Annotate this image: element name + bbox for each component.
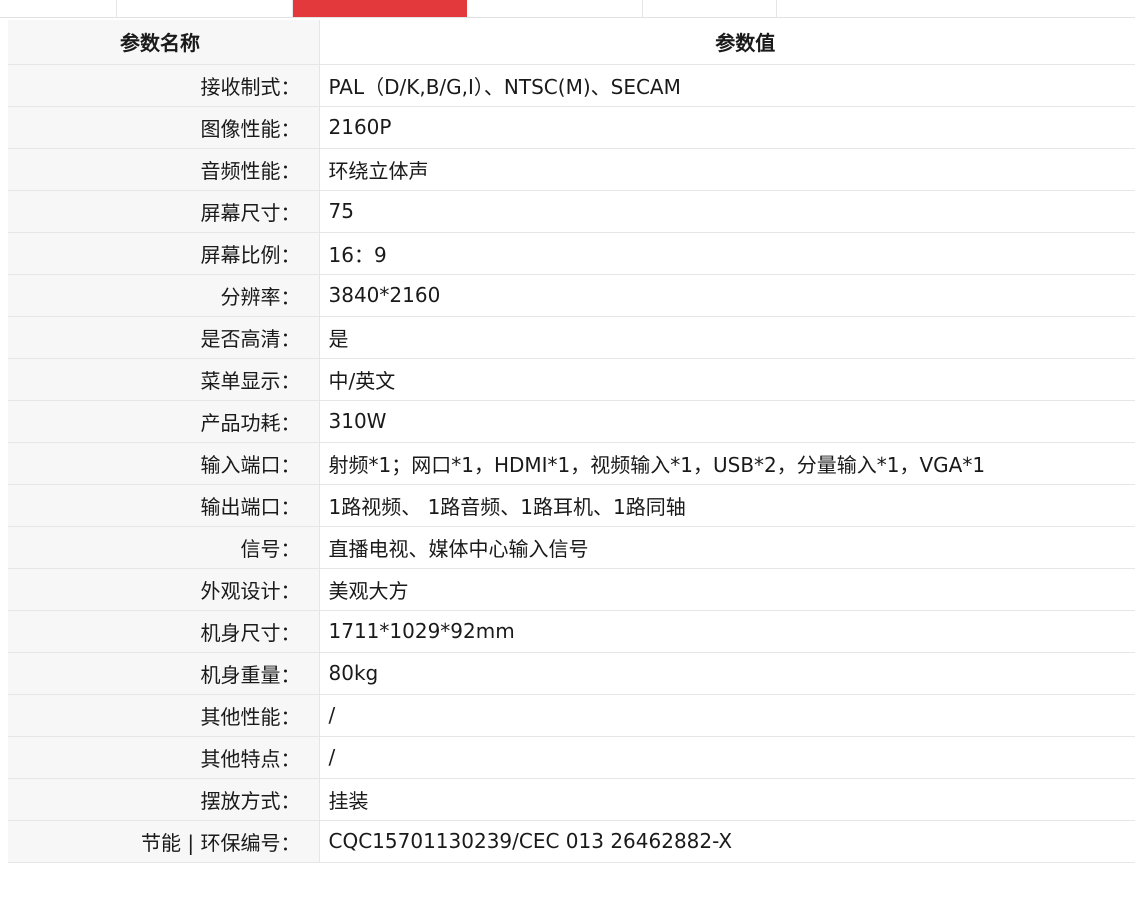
spec-row: 输出端口： 1路视频、 1路音频、1路耳机、1路同轴 (8, 484, 1135, 527)
tab-bar-filler (777, 0, 1135, 17)
spec-value: 射频*1；网口*1，HDMI*1，视频输入*1，USB*2，分量输入*1，VGA… (319, 442, 1135, 485)
tab-1[interactable] (0, 0, 117, 17)
spec-value: 是 (319, 316, 1135, 359)
spec-name: 输出端口： (8, 484, 320, 527)
spec-row: 机身尺寸： 1711*1029*92mm (8, 610, 1135, 653)
spec-name: 节能 | 环保编号： (8, 820, 320, 863)
spec-row: 菜单显示： 中/英文 (8, 358, 1135, 401)
spec-row: 其他特点： / (8, 736, 1135, 779)
spec-value: 美观大方 (319, 568, 1135, 611)
spec-value: 中/英文 (319, 358, 1135, 401)
spec-row: 输入端口： 射频*1；网口*1，HDMI*1，视频输入*1，USB*2，分量输入… (8, 442, 1135, 485)
spec-value: PAL（D/K,B/G,I）、NTSC(M)、SECAM (319, 64, 1135, 107)
header-name-label: 参数名称 (8, 20, 320, 65)
spec-row: 音频性能： 环绕立体声 (8, 148, 1135, 191)
spec-value: 1711*1029*92mm (319, 610, 1135, 653)
tab-2[interactable] (117, 0, 293, 17)
spec-name: 屏幕比例： (8, 232, 320, 275)
spec-row: 屏幕尺寸： 75 (8, 190, 1135, 233)
spec-row: 分辨率： 3840*2160 (8, 274, 1135, 317)
spec-value: / (319, 736, 1135, 779)
spec-value: 2160P (319, 106, 1135, 149)
spec-row: 图像性能： 2160P (8, 106, 1135, 149)
tab-active[interactable] (293, 0, 467, 17)
spec-name: 输入端口： (8, 442, 320, 485)
tab-4[interactable] (467, 0, 643, 17)
spec-name: 接收制式： (8, 64, 320, 107)
spec-name: 是否高清： (8, 316, 320, 359)
spec-name: 信号： (8, 526, 320, 569)
spec-row: 其他性能： / (8, 694, 1135, 737)
spec-header-row: 参数名称 参数值 (8, 20, 1135, 65)
tab-bar (0, 0, 1135, 18)
tab-5[interactable] (643, 0, 777, 17)
spec-name: 分辨率： (8, 274, 320, 317)
spec-value: 环绕立体声 (319, 148, 1135, 191)
spec-name: 摆放方式： (8, 778, 320, 821)
spec-row: 外观设计： 美观大方 (8, 568, 1135, 611)
spec-value: 310W (319, 400, 1135, 443)
spec-value: 3840*2160 (319, 274, 1135, 317)
spec-name: 其他性能： (8, 694, 320, 737)
spec-value: 挂装 (319, 778, 1135, 821)
spec-name: 菜单显示： (8, 358, 320, 401)
spec-table: 参数名称 参数值 接收制式： PAL（D/K,B/G,I）、NTSC(M)、SE… (8, 20, 1135, 863)
spec-row: 接收制式： PAL（D/K,B/G,I）、NTSC(M)、SECAM (8, 64, 1135, 107)
spec-row: 节能 | 环保编号： CQC15701130239/CEC 013 264628… (8, 820, 1135, 863)
header-value-label: 参数值 (715, 31, 776, 56)
spec-name: 其他特点： (8, 736, 320, 779)
spec-value: 80kg (319, 652, 1135, 695)
spec-value: CQC15701130239/CEC 013 26462882-X (319, 820, 1135, 863)
spec-row: 机身重量： 80kg (8, 652, 1135, 695)
spec-value: 16：9 (319, 232, 1135, 275)
spec-value: 75 (319, 190, 1135, 233)
spec-row: 是否高清： 是 (8, 316, 1135, 359)
spec-name: 图像性能： (8, 106, 320, 149)
spec-value: 1路视频、 1路音频、1路耳机、1路同轴 (319, 484, 1135, 527)
spec-row: 屏幕比例： 16：9 (8, 232, 1135, 275)
spec-value: / (319, 694, 1135, 737)
spec-row: 产品功耗： 310W (8, 400, 1135, 443)
spec-name: 机身重量： (8, 652, 320, 695)
spec-name: 外观设计： (8, 568, 320, 611)
spec-name: 机身尺寸： (8, 610, 320, 653)
spec-value: 直播电视、媒体中心输入信号 (319, 526, 1135, 569)
spec-row: 摆放方式： 挂装 (8, 778, 1135, 821)
spec-name: 屏幕尺寸： (8, 190, 320, 233)
spec-name: 音频性能： (8, 148, 320, 191)
spec-name: 产品功耗： (8, 400, 320, 443)
spec-row: 信号： 直播电视、媒体中心输入信号 (8, 526, 1135, 569)
header-value-cell: 参数值 (319, 20, 1135, 65)
